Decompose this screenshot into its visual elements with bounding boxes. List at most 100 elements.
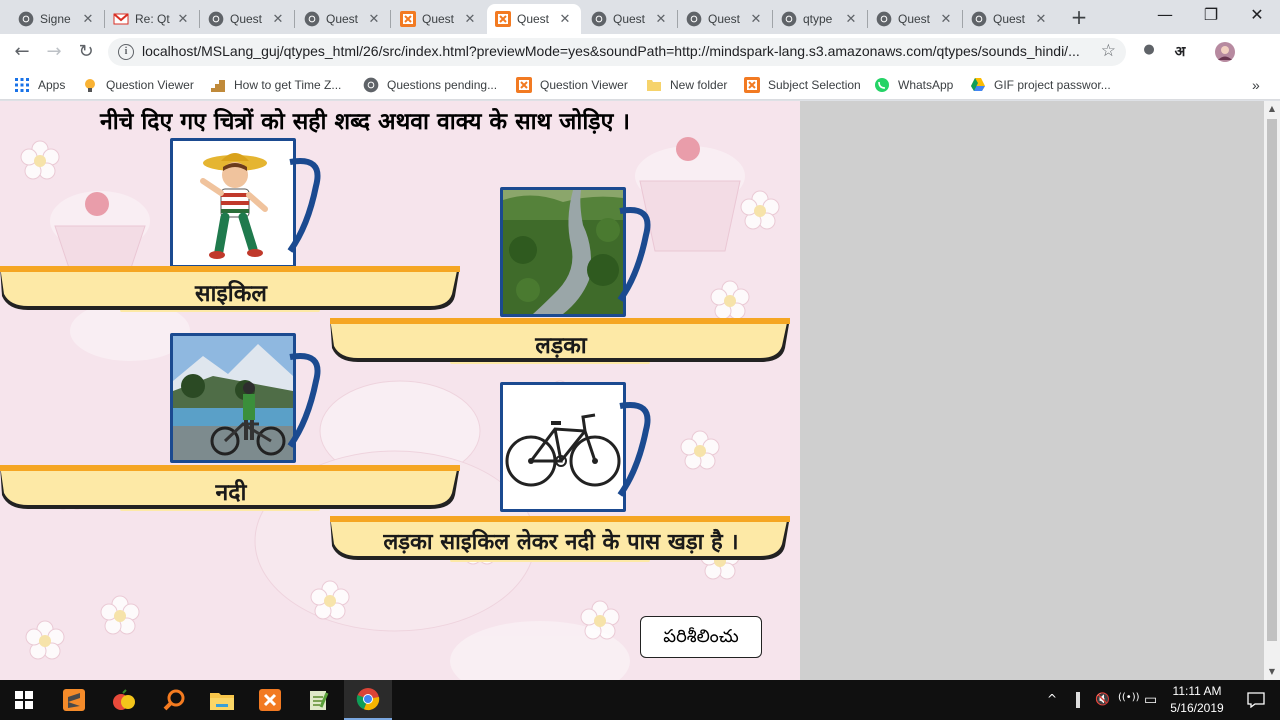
minimize-button[interactable]: — [1142, 0, 1188, 32]
back-button[interactable]: ← [10, 40, 34, 64]
hindi-input-extension-icon[interactable]: अ [1170, 42, 1190, 62]
tab-5[interactable]: Quest ✕ [392, 4, 486, 34]
close-tab-icon[interactable]: ✕ [270, 12, 286, 27]
url-text[interactable]: localhost/MSLang_guj/qtypes_html/26/src/… [142, 43, 1092, 59]
new-tab-button[interactable]: + [1068, 6, 1090, 28]
bookmark-star-icon[interactable]: ☆ [1101, 41, 1116, 61]
scrollbar-thumb[interactable] [1267, 119, 1277, 641]
bookmark-item[interactable]: GIF project passwor... [970, 76, 1111, 94]
clock-time: 11:11 AM [1172, 684, 1222, 698]
taskbar-app-xampp[interactable] [246, 680, 294, 720]
label-text[interactable]: साइकिल [0, 276, 462, 308]
tab-title: Quest [422, 12, 455, 26]
notification-center-button[interactable] [1232, 680, 1280, 720]
close-tab-icon[interactable]: ✕ [1033, 12, 1049, 27]
bookmark-item[interactable]: Subject Selection [744, 76, 861, 94]
tab-10[interactable]: Quest ✕ [868, 4, 962, 34]
tab-title: Signe [40, 12, 71, 26]
chrome-icon [304, 11, 320, 27]
bicycle-image-card[interactable] [500, 382, 651, 512]
bookmark-item[interactable]: Apps [14, 76, 65, 94]
label-text[interactable]: नदी [0, 475, 462, 507]
close-tab-icon[interactable]: ✕ [80, 12, 96, 27]
close-tab-icon[interactable]: ✕ [462, 12, 478, 27]
label-shelf-2[interactable]: लड़का [330, 318, 792, 364]
label-text[interactable]: लड़का साइकिल लेकर नदी के पास खड़ा है । [330, 526, 792, 556]
bookmark-item[interactable]: Questions pending... [363, 76, 497, 94]
scroll-down-icon[interactable]: ▼ [1264, 664, 1280, 680]
tray-overflow-icon[interactable]: ^ [1047, 692, 1057, 706]
xampp-icon [744, 77, 760, 93]
tab-11[interactable]: Quest ✕ [963, 4, 1057, 34]
tab-title: Quest [898, 12, 931, 26]
restore-button[interactable]: ❐ [1188, 0, 1234, 32]
tab-9[interactable]: qtype ✕ [773, 4, 867, 34]
tab-6[interactable]: Quest ✕ [487, 4, 581, 34]
label-shelf-4[interactable]: लड़का साइकिल लेकर नदी के पास खड़ा है । [330, 516, 792, 562]
chrome-icon [208, 11, 224, 27]
scroll-up-icon[interactable]: ▲ [1264, 101, 1280, 117]
whatsapp-icon [874, 77, 890, 93]
mug-handle-icon [617, 207, 651, 302]
browser-toolbar: ← → ↻ i localhost/MSLang_guj/qtypes_html… [0, 34, 1280, 70]
page-scrollbar[interactable]: ▲ ▼ [1264, 101, 1280, 680]
river-image-card[interactable] [500, 187, 651, 317]
tab-2[interactable]: Re: Qt ✕ [105, 4, 199, 34]
bookmark-item[interactable]: How to get Time Z... [210, 76, 341, 94]
battery-icon[interactable]: ▭ [1144, 692, 1157, 708]
close-tab-icon[interactable]: ✕ [557, 12, 573, 27]
close-tab-icon[interactable]: ✕ [843, 12, 859, 27]
tab-strip: Signe ✕ Re: Qt ✕ Quest ✕ Quest ✕ Quest ✕ Quest ✕ Que… [0, 0, 1280, 34]
check-answer-button[interactable]: పరిశీలించు [640, 616, 762, 658]
address-bar[interactable]: i localhost/MSLang_guj/qtypes_html/26/sr… [108, 38, 1126, 66]
taskbar-app-search[interactable] [150, 680, 198, 720]
taskbar-app-explorer[interactable] [198, 680, 246, 720]
folder-icon [646, 77, 662, 93]
label-text[interactable]: लड़का [330, 328, 792, 360]
label-shelf-1[interactable]: साइकिल [0, 266, 462, 312]
close-tab-icon[interactable]: ✕ [366, 12, 382, 27]
extension-circle-icon[interactable]: ● [1139, 42, 1159, 62]
close-tab-icon[interactable]: ✕ [653, 12, 669, 27]
tab-3[interactable]: Quest ✕ [200, 4, 294, 34]
boy-image-card[interactable] [170, 138, 321, 268]
start-button[interactable] [0, 680, 48, 720]
reload-button[interactable]: ↻ [74, 40, 98, 64]
window-close-button[interactable]: ✕ [1234, 0, 1280, 32]
site-info-icon[interactable]: i [118, 44, 134, 60]
windows-logo-icon [15, 691, 33, 709]
tab-1[interactable]: Signe ✕ [10, 4, 104, 34]
close-tab-icon[interactable]: ✕ [175, 12, 191, 27]
volume-muted-icon[interactable]: 🔇 [1095, 692, 1110, 706]
taskbar-app-sublime[interactable] [50, 680, 98, 720]
notepad-plus-icon [310, 691, 329, 710]
tab-8[interactable]: Quest ✕ [678, 4, 772, 34]
close-tab-icon[interactable]: ✕ [748, 12, 764, 27]
chrome-icon [356, 688, 380, 711]
tab-4[interactable]: Quest ✕ [296, 4, 390, 34]
bookmark-label: How to get Time Z... [234, 78, 342, 92]
close-tab-icon[interactable]: ✕ [938, 12, 954, 27]
tray-pen-icon[interactable] [1074, 692, 1082, 712]
gmail-icon [113, 11, 129, 27]
profile-avatar[interactable] [1215, 42, 1235, 62]
bookmarks-overflow-button[interactable]: » [1252, 76, 1260, 94]
bookmark-item[interactable]: Question Viewer [516, 76, 628, 94]
label-shelf-3[interactable]: नदी [0, 465, 462, 511]
bookmark-item[interactable]: New folder [646, 76, 727, 94]
bookmark-label: Subject Selection [768, 78, 861, 92]
bookmark-label: Question Viewer [106, 78, 194, 92]
bookmark-item[interactable]: WhatsApp [874, 76, 953, 94]
taskbar-app-fruits[interactable] [100, 680, 148, 720]
bookmark-label: Questions pending... [387, 78, 498, 92]
taskbar-app-notepad[interactable] [294, 680, 342, 720]
tab-7[interactable]: Quest ✕ [583, 4, 677, 34]
tab-title: Quest [708, 12, 741, 26]
forward-button[interactable]: → [42, 40, 66, 64]
taskbar-app-chrome[interactable] [344, 680, 392, 720]
tab-separator [390, 10, 391, 28]
bookmark-item[interactable]: Question Viewer [82, 76, 194, 94]
system-clock[interactable]: 11:11 AM 5/16/2019 [1160, 683, 1234, 717]
cyclist-by-river-image-card[interactable] [170, 333, 321, 463]
wifi-icon[interactable]: ((•)) [1118, 692, 1140, 703]
